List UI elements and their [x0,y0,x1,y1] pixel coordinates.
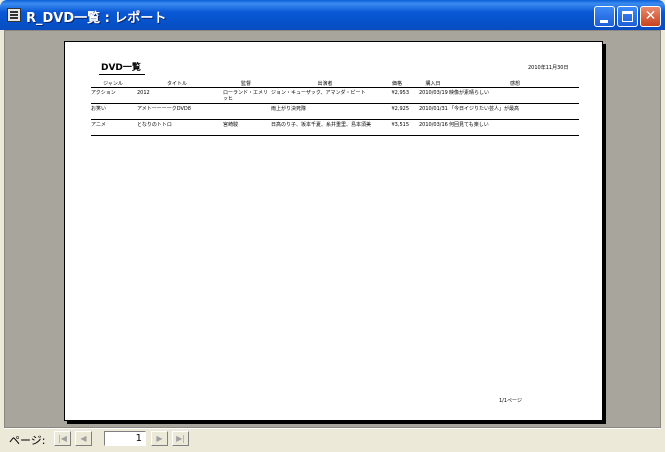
cell-genre: お笑い [91,106,107,112]
cell-title: アメトーーーークDVD8 [137,106,191,112]
next-page-icon: ▶ [156,434,163,443]
close-icon: ✕ [644,8,657,24]
report-title: DVD一覧 [99,60,145,75]
cell-comment: 「今日イジりたい芸人」が最高 [449,106,520,112]
next-page-button[interactable]: ▶ [151,431,168,446]
page-label: ページ: [9,434,46,447]
table-row: アクション 2012 ローランド・エメリッヒ ジョン・キューザック、アマンダ・ピ… [91,88,579,104]
report-page[interactable]: DVD一覧 2010年11月30日 ジャンル タイトル 監督 出演者 価格 購入… [64,41,603,421]
page-number: 1/1ページ [499,398,522,404]
cell-price: ¥3,515 [391,122,410,128]
maximize-button[interactable] [617,6,638,27]
page-number-input[interactable]: 1 [104,431,146,446]
title-bar[interactable]: R_DVD一覧 : レポート ✕ [0,0,665,30]
cell-purchase-date: 2010/03/19 [419,90,448,96]
page-navigation-bar: ページ: |◀ ◀ 1 ▶ ▶| [4,428,661,448]
last-page-button[interactable]: ▶| [172,431,189,446]
header-purchase-date: 購入日 [425,81,441,87]
window-title: R_DVD一覧 : レポート [26,11,167,26]
report-table: ジャンル タイトル 監督 出演者 価格 購入日 感想 アクション 2012 ロー… [91,80,579,136]
minimize-icon [600,20,608,23]
table-row: お笑い アメトーーーークDVD8 雨上がり決死隊 ¥2,925 2010/01/… [91,104,579,120]
last-page-icon: ▶| [176,434,185,443]
cell-purchase-date: 2010/03/16 [419,122,448,128]
close-button[interactable]: ✕ [640,6,661,27]
print-preview-area[interactable]: DVD一覧 2010年11月30日 ジャンル タイトル 監督 出演者 価格 購入… [4,30,661,428]
cell-comment: 何回見ても楽しい [449,122,489,128]
table-row: アニメ となりのトトロ 宮崎駿 日高のり子、坂本千夏、糸井重里、島本須美 ¥3,… [91,120,579,136]
cell-title: 2012 [137,90,150,96]
header-comment: 感想 [509,81,520,87]
cell-cast: 日高のり子、坂本千夏、糸井重里、島本須美 [271,122,372,128]
cell-cast: 雨上がり決死隊 [271,106,307,112]
first-page-icon: |◀ [58,434,67,443]
report-date: 2010年11月30日 [528,65,569,71]
cell-genre: アクション [91,90,116,96]
header-director: 監督 [240,81,251,87]
cell-director: ローランド・エメリッヒ [223,90,269,102]
minimize-button[interactable] [594,6,615,27]
cell-purchase-date: 2010/01/31 [419,106,448,112]
cell-title: となりのトトロ [137,122,172,128]
cell-comment: 映像が素晴らしい [449,90,490,96]
header-price: 価格 [391,81,402,87]
cell-price: ¥2,953 [391,90,410,96]
header-genre: ジャンル [103,81,123,87]
cell-cast: ジョン・キューザック、アマンダ・ピート [271,90,366,96]
first-page-button[interactable]: |◀ [54,431,71,446]
header-cast: 出演者 [317,81,333,87]
cell-director: 宮崎駿 [223,122,239,128]
table-header: ジャンル タイトル 監督 出演者 価格 購入日 感想 [91,80,579,88]
report-icon[interactable] [7,8,21,22]
previous-page-icon: ◀ [80,434,87,443]
header-title: タイトル [166,81,187,87]
maximize-icon [622,11,633,22]
cell-genre: アニメ [91,122,106,128]
previous-page-button[interactable]: ◀ [75,431,92,446]
cell-price: ¥2,925 [391,106,410,112]
